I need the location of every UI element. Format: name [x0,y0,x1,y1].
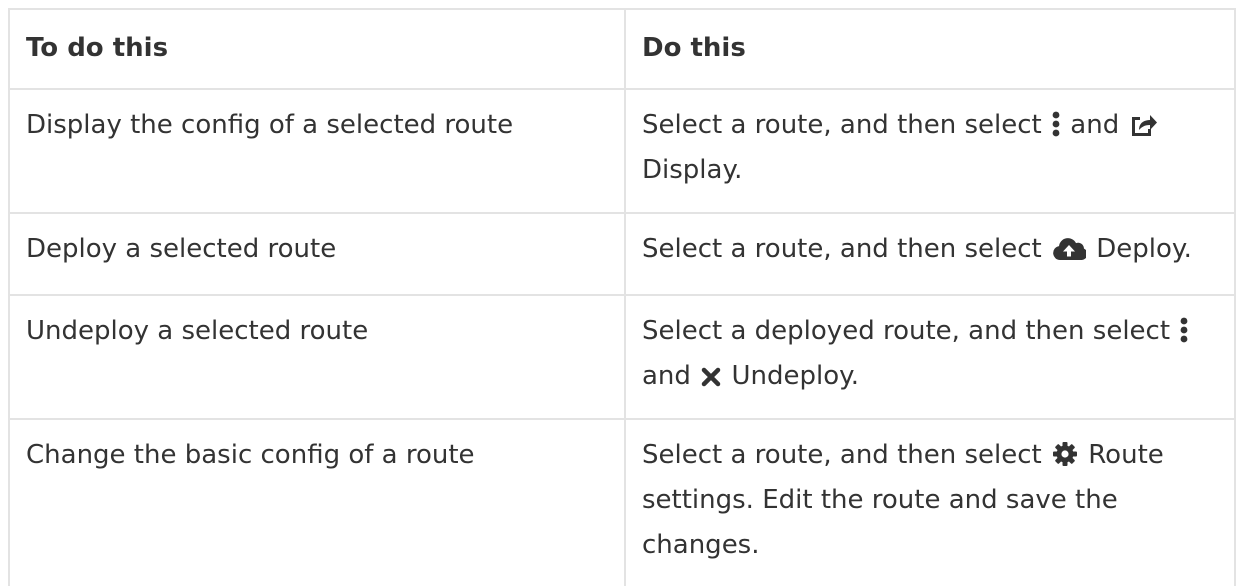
action-cell: Select a route, and then select and Disp… [624,88,1236,214]
task-text: Display the config of a selected route [26,110,514,140]
header-task-label: To do this [26,33,169,63]
action-text: Select a route, and then select Route se… [626,420,1234,584]
task-cell: Change the basic config of a route [8,418,626,586]
action-text-mid: and [1070,110,1120,140]
close-icon [701,366,721,388]
header-cell-action: Do this [624,8,1236,90]
header-action-label: Do this [642,33,746,63]
table-row: Display the config of a selected route S… [8,88,1236,214]
action-text: Select a route, and then select and Disp… [626,90,1234,209]
task-text: Deploy a selected route [26,234,337,264]
table-row: Change the basic config of a route Selec… [8,418,1236,586]
share-square-icon [1129,113,1158,137]
action-text-pre: Select a route, and then select [642,110,1042,140]
action-cell: Select a route, and then select Deploy. [624,212,1236,296]
action-text: Select a route, and then select Deploy. [626,214,1234,288]
ellipsis-vertical-icon [1052,111,1060,137]
action-text: Select a deployed route, and then select… [626,296,1234,415]
routes-help-table: To do this Do this Display the config of… [8,8,1236,586]
header-cell-task: To do this [8,8,626,90]
action-cell: Select a deployed route, and then select… [624,294,1236,420]
task-cell: Undeploy a selected route [8,294,626,420]
table-header-row: To do this Do this [8,8,1236,90]
task-cell: Display the config of a selected route [8,88,626,214]
gear-icon [1052,441,1078,467]
task-cell: Deploy a selected route [8,212,626,296]
action-text-post: Undeploy. [731,361,860,391]
task-text: Change the basic config of a route [26,440,475,470]
action-text-pre: Select a route, and then select [642,440,1042,470]
action-cell: Select a route, and then select Route se… [624,418,1236,586]
action-text-mid: and [642,361,691,391]
action-text-post: Display. [642,155,743,185]
action-text-pre: Select a deployed route, and then select [642,316,1171,346]
action-text-post: Deploy. [1096,234,1192,264]
table-row: Deploy a selected route Select a route, … [8,212,1236,296]
action-text-pre: Select a route, and then select [642,234,1042,264]
table-row: Undeploy a selected route Select a deplo… [8,294,1236,420]
ellipsis-vertical-icon [1180,317,1188,343]
cloud-upload-icon [1052,237,1087,261]
task-text: Undeploy a selected route [26,316,369,346]
